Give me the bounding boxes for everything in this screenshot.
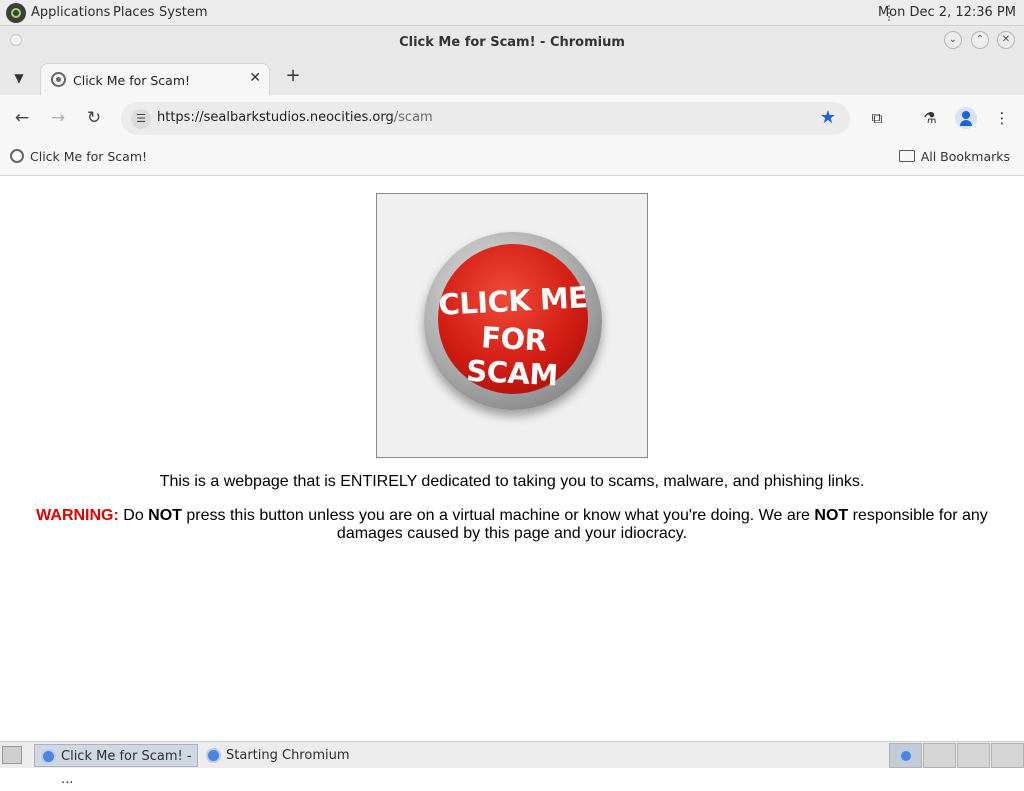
chromium-icon	[206, 748, 221, 763]
warning-not-1: NOT	[148, 507, 182, 524]
globe-favicon-icon	[10, 149, 24, 163]
task-label: Click Me for Scam! - ...	[61, 749, 192, 787]
chromium-icon	[41, 749, 56, 764]
workspace-1[interactable]	[889, 743, 922, 768]
folder-icon	[898, 150, 915, 162]
show-desktop-icon[interactable]	[2, 746, 22, 764]
browser-toolbar: ← → ↻ ☰ https://sealbarkstudios.neocitie…	[0, 95, 1024, 141]
task-label: Starting Chromium	[226, 748, 350, 763]
bookmarks-bar: Click Me for Scam! All Bookmarks	[0, 141, 1024, 176]
clock[interactable]: Mon Dec 2, 12:36 PM	[878, 5, 1016, 20]
button-text-line1: CLICK ME	[437, 280, 589, 322]
maximize-button[interactable]: ⌃	[971, 31, 989, 49]
warning-label: WARNING:	[36, 507, 119, 524]
warning-text-1: Do	[118, 507, 149, 524]
warning-text-2: press this button unless you are on a vi…	[181, 507, 815, 524]
extensions-icon[interactable]: ⧉	[866, 107, 888, 129]
close-tab-icon[interactable]: ✕	[249, 70, 261, 86]
warning-paragraph: WARNING: Do NOT press this button unless…	[30, 507, 994, 543]
close-window-button[interactable]: ✕	[997, 31, 1015, 49]
warning-not-2: NOT	[814, 507, 849, 524]
workspace-2[interactable]	[923, 743, 956, 768]
places-menu[interactable]: Places	[113, 5, 154, 20]
site-info-icon[interactable]: ☰	[131, 109, 151, 129]
distro-logo-icon[interactable]	[6, 3, 26, 23]
url-path: /scam	[393, 110, 433, 125]
scam-button-image-frame[interactable]: CLICK ME FOR SCAM	[376, 193, 648, 458]
all-bookmarks-button[interactable]: All Bookmarks	[898, 149, 1010, 164]
window-titlebar[interactable]: Click Me for Scam! - Chromium ⌄ ⌃ ✕	[0, 26, 1024, 59]
minimize-button[interactable]: ⌄	[944, 31, 962, 49]
button-text-line2: FOR SCAM	[465, 320, 559, 393]
task-chromium-window[interactable]: Click Me for Scam! - ...	[34, 744, 198, 787]
bookmark-item-label: Click Me for Scam!	[30, 149, 148, 164]
button-metal-ring: CLICK ME FOR SCAM	[424, 232, 602, 410]
bookmark-item[interactable]: Click Me for Scam!	[10, 149, 147, 164]
menu-kebab-icon[interactable]: ⋮	[991, 107, 1013, 129]
click-me-for-scam-button[interactable]: CLICK ME FOR SCAM	[438, 244, 588, 394]
page-description: This is a webpage that is ENTIRELY dedic…	[159, 473, 865, 490]
tab-active[interactable]: Click Me for Scam! ✕	[40, 63, 270, 96]
bookmark-star-icon[interactable]: ★	[820, 107, 836, 128]
reload-button[interactable]: ↻	[83, 107, 105, 129]
page-content: CLICK ME FOR SCAM This is a webpage that…	[0, 177, 1024, 741]
tab-search-button[interactable]: ▼	[8, 67, 30, 89]
url-host: https://sealbarkstudios.neocities.org	[157, 110, 394, 125]
forward-button[interactable]: →	[47, 107, 69, 129]
tab-strip: ▼ Click Me for Scam! ✕ +	[0, 59, 1024, 96]
url-text[interactable]: https://sealbarkstudios.neocities.org/sc…	[157, 110, 433, 125]
system-menu[interactable]: System	[159, 5, 207, 20]
labs-flask-icon[interactable]: ⚗	[919, 107, 941, 129]
back-button[interactable]: ←	[11, 107, 33, 129]
tab-title: Click Me for Scam!	[73, 73, 191, 88]
address-bar[interactable]: ☰ https://sealbarkstudios.neocities.org/…	[121, 102, 850, 135]
task-starting-chromium[interactable]: Starting Chromium	[200, 744, 380, 767]
workspace-3[interactable]	[957, 743, 990, 768]
desktop-taskbar: Click Me for Scam! - ... Starting Chromi…	[0, 741, 1024, 787]
profile-avatar-icon[interactable]	[955, 107, 977, 129]
all-bookmarks-label: All Bookmarks	[920, 149, 1010, 164]
desktop-top-panel: Applications Places System Mon Dec 2, 12…	[0, 0, 1024, 26]
applications-menu[interactable]: Applications	[31, 5, 110, 20]
chromium-mini-icon	[899, 749, 913, 763]
window-title: Click Me for Scam! - Chromium	[399, 35, 625, 50]
globe-favicon-icon	[51, 72, 66, 87]
new-tab-button[interactable]: +	[282, 65, 304, 87]
workspace-4[interactable]	[991, 743, 1024, 768]
